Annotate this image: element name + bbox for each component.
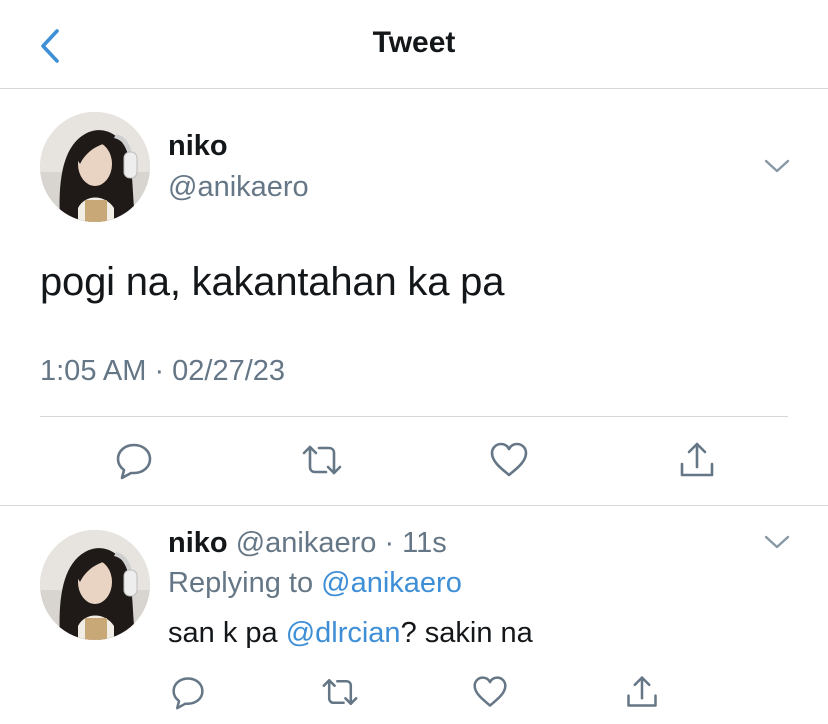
tweet-menu-button[interactable]: [762, 156, 792, 176]
replying-to-handle-link[interactable]: @anikaero: [321, 567, 462, 599]
reply-icon: [172, 677, 204, 710]
reply-icon: [116, 443, 152, 480]
reply-menu-button[interactable]: [762, 532, 792, 552]
reply-age: 11s: [402, 527, 447, 559]
reply-avatar[interactable]: [40, 530, 150, 640]
author-handle[interactable]: @anikaero: [168, 171, 309, 204]
avatar[interactable]: [40, 112, 150, 222]
divider: [0, 505, 828, 506]
reply-author-handle[interactable]: @anikaero: [236, 527, 377, 559]
tweet-timestamp: 1:05 AM · 02/27/23: [40, 355, 286, 387]
share-icon: [627, 676, 657, 707]
reply-text: san k pa @dlrcian? sakin na: [168, 617, 533, 650]
page-title: Tweet: [372, 26, 456, 59]
avatar-image: [40, 530, 150, 640]
divider: [40, 416, 788, 417]
reply-button[interactable]: [112, 438, 156, 482]
like-button[interactable]: [487, 438, 531, 482]
like-icon: [473, 676, 507, 707]
reply-header: niko @anikaero · 11s: [168, 527, 447, 560]
like-icon: [490, 442, 528, 477]
reply-separator: ·: [384, 527, 395, 559]
author-name[interactable]: niko: [168, 130, 228, 163]
share-button[interactable]: [675, 438, 719, 482]
replying-to-label: Replying to: [168, 567, 322, 599]
chevron-down-icon: [764, 535, 790, 549]
tweet-text: pogi na, kakantahan ka pa: [40, 260, 505, 304]
reply-like-button[interactable]: [468, 670, 512, 714]
chevron-down-icon: [764, 159, 790, 173]
retweet-icon: [322, 679, 358, 705]
retweet-icon: [302, 445, 342, 475]
reply-retweet-button[interactable]: [318, 670, 362, 714]
replying-to: Replying to @anikaero: [168, 567, 462, 600]
reply-share-button[interactable]: [620, 670, 664, 714]
top-bar: Tweet: [0, 0, 828, 89]
share-icon: [680, 442, 714, 477]
reply-text-after: ? sakin na: [400, 617, 533, 649]
reply-author-name[interactable]: niko: [168, 527, 228, 559]
reply-text-before: san k pa: [168, 617, 286, 649]
mention-link[interactable]: @dlrcian: [286, 617, 401, 649]
avatar-image: [40, 112, 150, 222]
reply-reply-button[interactable]: [166, 670, 210, 714]
retweet-button[interactable]: [300, 438, 344, 482]
